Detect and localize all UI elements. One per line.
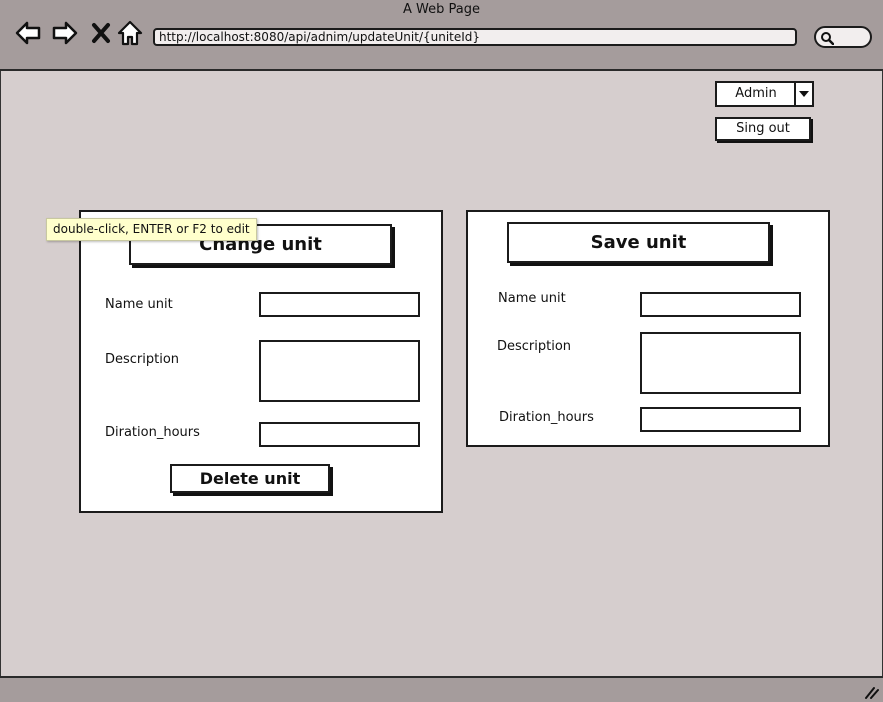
name-unit-input[interactable]	[640, 292, 801, 317]
forward-arrow-icon[interactable]	[51, 19, 79, 47]
chevron-down-icon[interactable]	[794, 83, 812, 105]
admin-dropdown[interactable]: Admin	[715, 81, 814, 107]
resize-grip-icon[interactable]	[863, 685, 879, 699]
home-icon[interactable]	[116, 19, 144, 47]
name-unit-label: Name unit	[498, 291, 566, 306]
duration-hours-label: Diration_hours	[499, 410, 594, 425]
description-textarea[interactable]	[640, 332, 801, 394]
delete-unit-button[interactable]: Delete unit	[170, 464, 330, 493]
duration-hours-input[interactable]	[259, 422, 420, 447]
sign-out-button[interactable]: Sing out	[715, 117, 811, 141]
save-unit-button[interactable]: Save unit	[507, 222, 770, 263]
edit-tooltip: double-click, ENTER or F2 to edit	[46, 218, 257, 241]
description-label: Description	[105, 352, 180, 367]
status-bar	[0, 676, 883, 702]
name-unit-input[interactable]	[259, 292, 420, 317]
duration-hours-label: Diration_hours	[105, 425, 200, 440]
description-textarea[interactable]	[259, 340, 420, 402]
admin-dropdown-label: Admin	[735, 86, 777, 101]
window-title: A Web Page	[403, 2, 480, 17]
address-bar[interactable]: http://localhost:8080/api/adnim/updateUn…	[153, 28, 797, 46]
browser-toolbar: A Web Page http://localhost:8080/api/adn…	[0, 0, 883, 71]
search-icon	[821, 32, 834, 45]
duration-hours-input[interactable]	[640, 407, 801, 432]
search-field[interactable]	[814, 26, 872, 48]
close-x-icon[interactable]	[87, 19, 115, 47]
name-unit-label: Name unit	[105, 297, 173, 312]
description-label: Description	[497, 339, 572, 354]
back-arrow-icon[interactable]	[14, 19, 42, 47]
